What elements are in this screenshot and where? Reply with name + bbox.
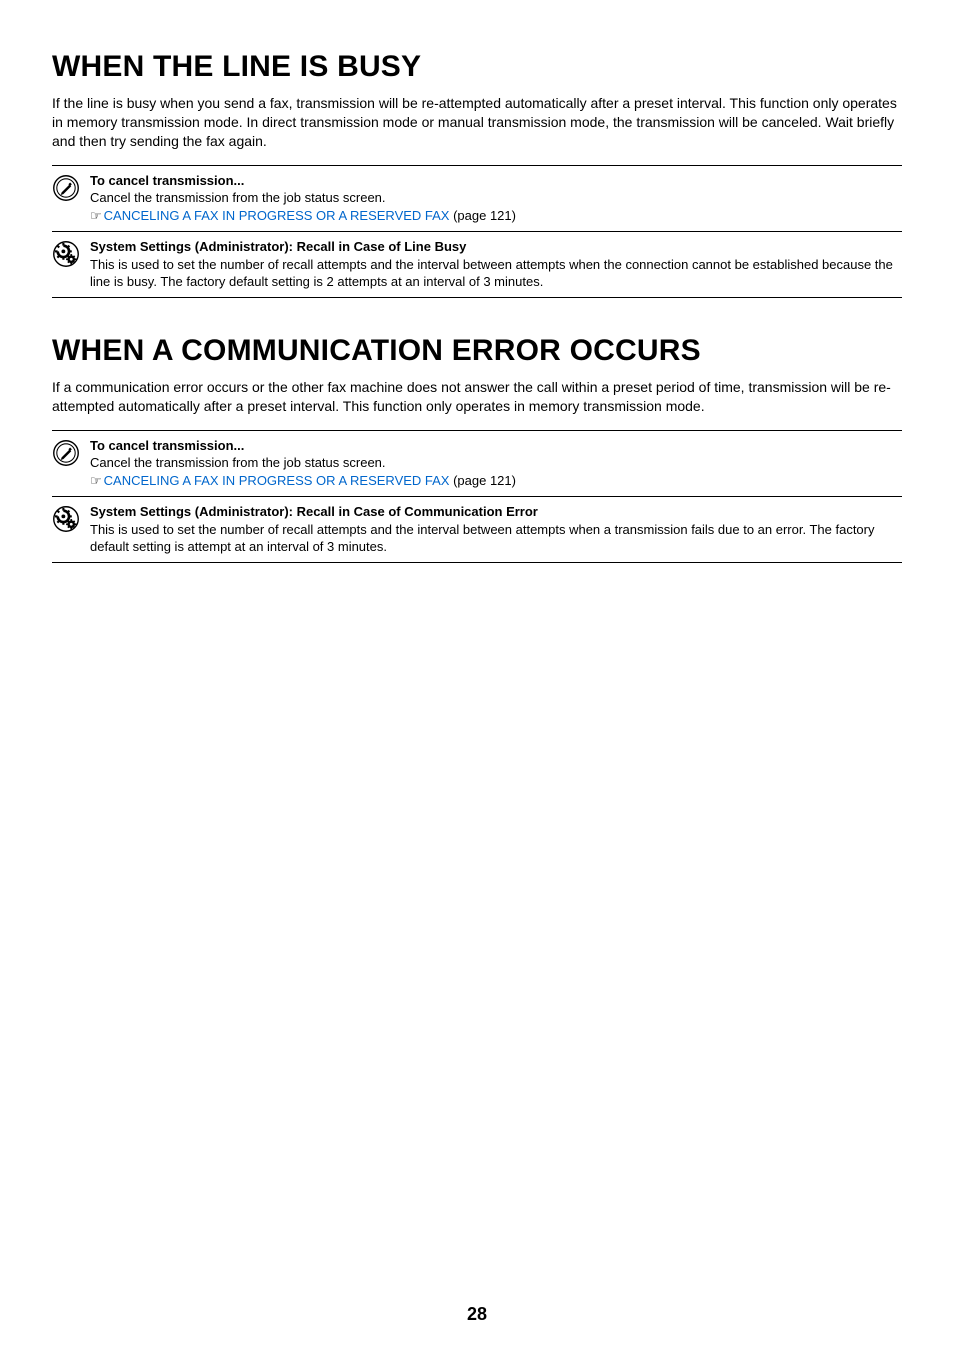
reference-icon: ☞ (90, 474, 102, 489)
note-body: Cancel the transmission from the job sta… (90, 454, 902, 472)
note-body: Cancel the transmission from the job sta… (90, 189, 902, 207)
gear-icon (52, 240, 80, 268)
page-number: 28 (0, 1304, 954, 1325)
note-block: To cancel transmission... Cancel the tra… (52, 165, 902, 233)
note-body: This is used to set the number of recall… (90, 521, 902, 556)
note-link-suffix: (page 121) (449, 473, 516, 488)
note-link[interactable]: CANCELING A FAX IN PROGRESS OR A RESERVE… (104, 208, 450, 223)
note-body: This is used to set the number of recall… (90, 256, 902, 291)
note-link[interactable]: CANCELING A FAX IN PROGRESS OR A RESERVE… (104, 473, 450, 488)
section-paragraph: If the line is busy when you send a fax,… (52, 94, 902, 151)
note-link-suffix: (page 121) (449, 208, 516, 223)
note-title: System Settings (Administrator): Recall … (90, 504, 538, 519)
note-title: To cancel transmission... (90, 173, 244, 188)
gear-icon (52, 505, 80, 533)
note-block: System Settings (Administrator): Recall … (52, 497, 902, 563)
section-paragraph: If a communication error occurs or the o… (52, 378, 902, 416)
note-block: To cancel transmission... Cancel the tra… (52, 430, 902, 498)
pencil-icon (52, 439, 80, 467)
note-block: System Settings (Administrator): Recall … (52, 232, 902, 298)
note-title: System Settings (Administrator): Recall … (90, 239, 466, 254)
section-heading: WHEN A COMMUNICATION ERROR OCCURS (52, 334, 902, 368)
reference-icon: ☞ (90, 209, 102, 224)
pencil-icon (52, 174, 80, 202)
note-title: To cancel transmission... (90, 438, 244, 453)
section-heading: WHEN THE LINE IS BUSY (52, 50, 902, 84)
